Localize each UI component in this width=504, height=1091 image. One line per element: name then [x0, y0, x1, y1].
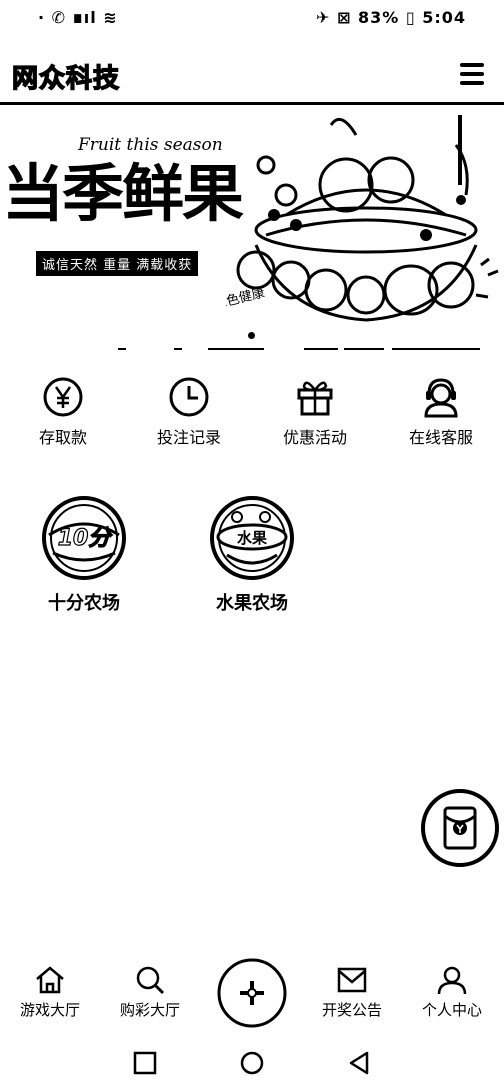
- game-name-fruit-farm: 水果农场: [216, 593, 288, 614]
- tab-game-lobby[interactable]: 游戏大厅: [8, 965, 92, 1020]
- svg-text:10分: 10分: [58, 526, 114, 551]
- center-action-button[interactable]: [216, 957, 288, 1029]
- fruit-basket-illustration: 绿色健康: [226, 115, 499, 322]
- deposit-withdraw-label: 存取款: [38, 428, 87, 447]
- status-right: ✈ ⊠ 83% ▯ 5:04: [316, 8, 466, 27]
- ten-minute-farm-logo: 10分: [42, 496, 126, 580]
- hamburger-menu-icon: [460, 63, 484, 85]
- tab-label-lottery-lobby: 购彩大厅: [119, 1001, 180, 1019]
- fruit-farm-logo: 水果: [210, 496, 294, 580]
- game-list: 10分 十分农场 水果 水果农场: [0, 495, 504, 625]
- tab-draw-results[interactable]: 开奖公告: [310, 965, 394, 1020]
- customer-service-label: 在线客服: [408, 428, 473, 447]
- red-envelope-icon: [421, 789, 499, 867]
- banner-title: 当季鲜果: [2, 157, 244, 230]
- game-fruit-farm[interactable]: 水果 水果农场: [182, 495, 322, 615]
- back-icon[interactable]: [346, 1050, 372, 1076]
- svg-text:水果: 水果: [237, 529, 268, 547]
- brand-logo: 网众科技: [11, 63, 121, 94]
- tab-label-personal-center: 个人中心: [421, 1001, 482, 1019]
- red-envelope-button[interactable]: [420, 788, 500, 868]
- status-bar: · ✆ ∎ıl ≋ ✈ ⊠ 83% ▯ 5:04: [0, 0, 504, 38]
- mail-icon: [337, 967, 367, 993]
- customer-service-button[interactable]: 在线客服: [378, 372, 504, 452]
- recent-apps-icon[interactable]: [132, 1050, 158, 1076]
- promotions-button[interactable]: 优惠活动: [252, 372, 378, 452]
- tab-label-game-lobby: 游戏大厅: [19, 1001, 80, 1019]
- search-icon: [136, 966, 165, 995]
- tab-label-draw-results: 开奖公告: [321, 1001, 382, 1019]
- game-name-ten-minute-farm: 十分农场: [48, 593, 120, 614]
- svg-text:绿色健康: 绿色健康: [226, 284, 266, 312]
- plus-center-icon: [217, 958, 287, 1028]
- banner-underline-strokes: [0, 348, 504, 352]
- user-icon: [437, 966, 467, 995]
- header: 网众科技: [0, 50, 504, 102]
- menu-button[interactable]: [456, 60, 488, 88]
- banner-tag: 诚信天然 重量 满载收获: [36, 251, 199, 276]
- gift-icon: [297, 381, 333, 416]
- home-icon: [36, 966, 64, 994]
- carousel-indicator-dot[interactable]: [248, 332, 255, 339]
- yen-circle-icon: [43, 377, 83, 417]
- promotions-label: 优惠活动: [282, 428, 347, 447]
- bottom-tab-bar: 游戏大厅 购彩大厅 开奖公告 个人中心: [0, 955, 504, 1030]
- status-left: · ✆ ∎ıl ≋: [38, 8, 118, 27]
- tab-personal-center[interactable]: 个人中心: [410, 965, 494, 1020]
- headset-icon: [424, 378, 458, 418]
- quick-menu: 存取款 投注记录 优惠活动 在线客服: [0, 372, 504, 452]
- system-navigation-bar: [0, 1040, 504, 1086]
- bet-history-button[interactable]: 投注记录: [126, 372, 252, 452]
- banner-script-text: Fruit this season: [78, 135, 223, 155]
- deposit-withdraw-button[interactable]: 存取款: [0, 372, 126, 452]
- game-ten-minute-farm[interactable]: 10分 十分农场: [14, 495, 154, 615]
- tab-lottery-lobby[interactable]: 购彩大厅: [108, 965, 192, 1020]
- clock-icon: [169, 377, 209, 417]
- banner-carousel[interactable]: Fruit this season 当季鲜果 诚信天然 重量 满载收获 绿色健康: [0, 105, 504, 345]
- home-nav-icon[interactable]: [239, 1050, 265, 1076]
- bet-history-label: 投注记录: [156, 428, 221, 447]
